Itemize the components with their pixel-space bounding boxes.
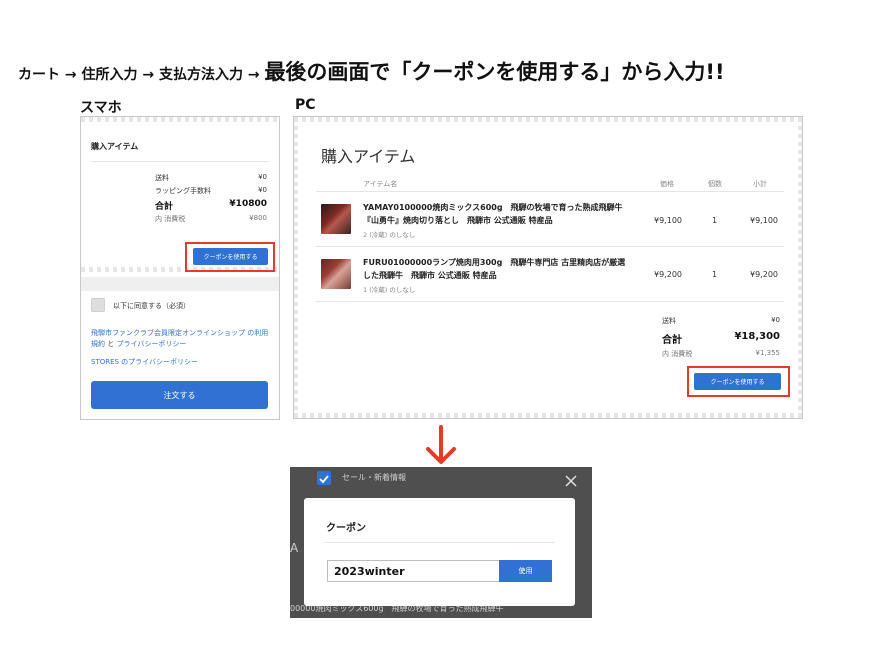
summary-row-total: 合計 ¥10800 <box>155 199 267 212</box>
use-coupon-button[interactable]: クーポンを使用する <box>694 373 781 390</box>
product-price: ¥9,100 <box>654 216 682 225</box>
summary-label: 送料 <box>155 174 169 182</box>
close-icon[interactable] <box>564 474 578 488</box>
coupon-code-input[interactable] <box>327 560 499 582</box>
place-order-button[interactable]: 注文する <box>91 381 268 409</box>
agree-checkbox[interactable] <box>91 298 105 312</box>
use-coupon-button[interactable]: クーポンを使用する <box>193 248 268 265</box>
torn-edge-top <box>81 117 279 122</box>
product-thumbnail <box>321 259 351 289</box>
stores-privacy-link[interactable]: STORES のプライバシーポリシー <box>91 357 269 368</box>
arrow-down-icon <box>426 425 456 464</box>
instruction-headline: カート → 住所入力 → 支払方法入力 → 最後の画面で「クーポンを使用する」か… <box>18 56 868 86</box>
product-price: ¥9,200 <box>654 270 682 279</box>
summary-value: ¥18,300 <box>734 331 780 342</box>
coupon-modal-screenshot: セール・新着情報 A 00000焼肉ミックス600g 飛騨の牧場で育った熟成飛騨… <box>290 467 592 618</box>
summary-label: 合計 <box>155 202 174 212</box>
product-thumbnail <box>321 204 351 234</box>
summary-value: ¥0 <box>771 316 780 324</box>
terms-text: 飛騨市ファンクラブ会員限定オンラインショップ の利用規約 と プライバシーポリシ… <box>91 328 269 350</box>
product-name: FURU01000000ランプ焼肉用300g 飛騨牛専門店 古里精肉店が厳選した… <box>363 258 626 280</box>
section-separator <box>81 277 279 291</box>
smartphone-checkout-screenshot: 購入アイテム 送料 ¥0 ラッピング手数料 ¥0 合計 ¥10800 内 消費税… <box>80 116 280 420</box>
torn-edge-left <box>294 117 298 418</box>
agree-label: 以下に同意する（必須） <box>113 302 190 310</box>
torn-edge-bottom <box>294 413 802 418</box>
summary-value: ¥0 <box>258 173 267 181</box>
pc-label: PC <box>295 97 316 113</box>
torn-edge-top <box>294 117 802 122</box>
smartphone-label: スマホ <box>80 100 122 116</box>
summary-label: 内 消費税 <box>155 215 186 223</box>
column-header-subtotal: 小計 <box>753 180 767 188</box>
product-qty: 1 <box>712 216 718 225</box>
divider <box>324 542 555 543</box>
product-subtotal: ¥9,100 <box>750 216 778 225</box>
summary-row-shipping: 送料 ¥0 <box>662 316 780 326</box>
summary-value: ¥1,355 <box>755 349 781 357</box>
divider <box>316 191 784 192</box>
divider <box>91 161 269 162</box>
divider <box>316 246 784 247</box>
summary-row-tax: 内 消費税 ¥1,355 <box>662 349 780 359</box>
dialog-title: クーポン <box>326 523 366 534</box>
summary-value: ¥0 <box>258 186 267 194</box>
and-text: と <box>105 340 117 348</box>
coupon-dialog: クーポン 使用 <box>304 498 575 606</box>
summary-value: ¥800 <box>249 214 267 222</box>
purchase-items-title: 購入アイテム <box>321 147 416 166</box>
summary-row-total: 合計 ¥18,300 <box>662 331 780 346</box>
product-qty: 1 <box>712 270 718 279</box>
column-header-price: 価格 <box>660 180 674 188</box>
divider <box>316 301 784 302</box>
background-checkbox <box>317 471 331 485</box>
pc-checkout-screenshot: 購入アイテム アイテム名 価格 個数 小計 YAMAY0100000焼肉ミックス… <box>293 116 803 419</box>
background-checkbox-label: セール・新着情報 <box>342 473 406 482</box>
product-name: YAMAY0100000焼肉ミックス600g 飛騨の牧場で育った熟成飛騨牛『山勇… <box>363 203 623 225</box>
torn-edge-right <box>798 117 802 418</box>
summary-row-wrapping: ラッピング手数料 ¥0 <box>155 186 267 196</box>
summary-label: 送料 <box>662 317 676 325</box>
summary-label: 内 消費税 <box>662 350 693 358</box>
column-header-item: アイテム名 <box>363 180 398 188</box>
summary-row-shipping: 送料 ¥0 <box>155 173 267 183</box>
summary-row-tax: 内 消費税 ¥800 <box>155 214 267 224</box>
privacy-link[interactable]: プライバシーポリシー <box>116 340 186 348</box>
apply-coupon-button[interactable]: 使用 <box>499 560 552 582</box>
summary-value: ¥10800 <box>229 199 267 209</box>
summary-label: 合計 <box>662 335 682 346</box>
purchase-items-title: 購入アイテム <box>91 142 139 151</box>
check-icon <box>319 475 329 484</box>
headline-emphasis: 最後の画面で「クーポンを使用する」から入力!! <box>264 60 725 84</box>
product-note: 1 (冷蔵) のしなし <box>363 286 416 294</box>
product-subtotal: ¥9,200 <box>750 270 778 279</box>
summary-label: ラッピング手数料 <box>155 187 211 195</box>
product-note: 2 (冷蔵) のしなし <box>363 231 416 239</box>
background-text-fragment: A <box>290 541 299 555</box>
column-header-qty: 個数 <box>708 180 722 188</box>
headline-steps: カート → 住所入力 → 支払方法入力 → <box>18 67 265 83</box>
